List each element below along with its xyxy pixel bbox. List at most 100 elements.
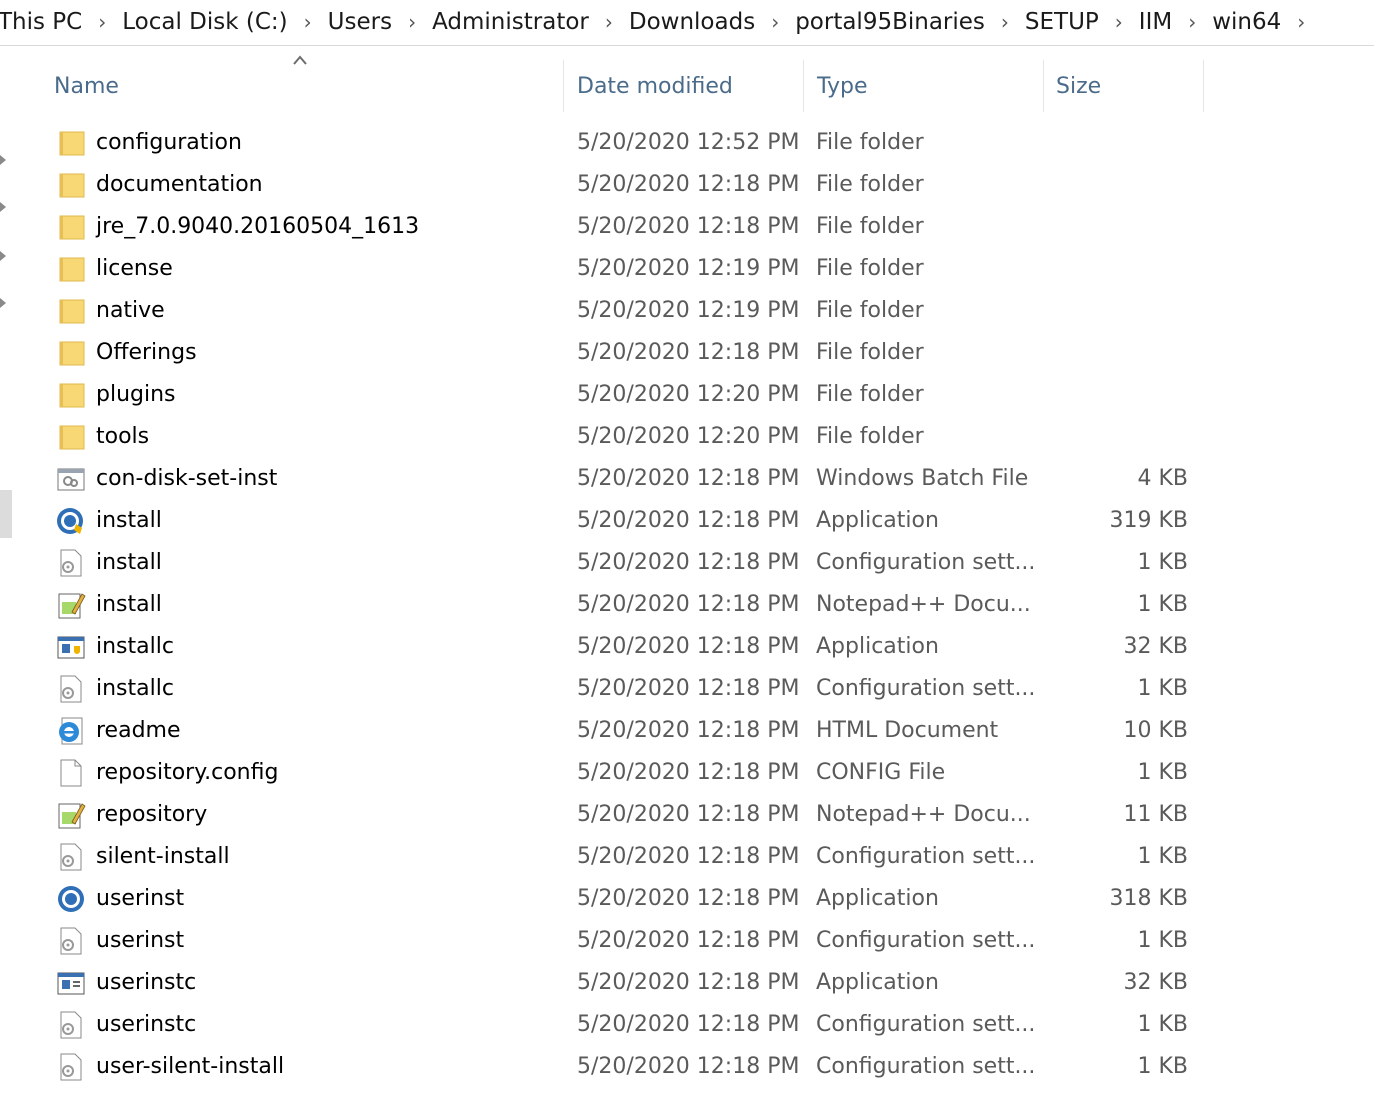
file-row[interactable]: configuration 5/20/2020 12:52 PM File fold… xyxy=(0,122,1374,164)
breadcrumb-item[interactable]: win64 xyxy=(1206,9,1287,35)
file-type: File folder xyxy=(816,214,924,239)
file-date-modified: 5/20/2020 12:18 PM xyxy=(577,844,800,869)
column-divider[interactable] xyxy=(803,60,804,112)
file-name: install xyxy=(96,508,162,533)
column-header-type[interactable]: Type xyxy=(817,60,1042,112)
column-header-size[interactable]: Size xyxy=(1056,60,1202,112)
breadcrumb-item[interactable]: Downloads xyxy=(623,9,761,35)
column-header-name[interactable]: Name xyxy=(54,60,562,112)
file-type: Configuration sett... xyxy=(816,844,1036,869)
column-header-type-label: Type xyxy=(817,73,868,99)
config-settings-icon xyxy=(56,548,86,578)
address-bar[interactable]: This PC › Local Disk (C:) › Users › Administra… xyxy=(0,0,1374,46)
notepad-document-icon xyxy=(56,800,86,830)
breadcrumb-item[interactable]: Users xyxy=(322,9,398,35)
file-type: CONFIG File xyxy=(816,760,946,785)
file-row[interactable]: silent-install 5/20/2020 12:18 PM Configur… xyxy=(0,836,1374,878)
file-date-modified: 5/20/2020 12:18 PM xyxy=(577,214,800,239)
file-row[interactable]: repository.config 5/20/2020 12:18 PM CONFI… xyxy=(0,752,1374,794)
file-size: 1 KB xyxy=(1137,592,1188,617)
file-date-modified: 5/20/2020 12:18 PM xyxy=(577,466,800,491)
chevron-right-icon[interactable]: › xyxy=(1178,10,1206,34)
file-size: 4 KB xyxy=(1137,466,1188,491)
file-type: Application xyxy=(816,970,939,995)
file-type: Application xyxy=(816,634,939,659)
file-type: Configuration sett... xyxy=(816,1054,1036,1079)
file-name: userinst xyxy=(96,886,185,911)
breadcrumb-item[interactable]: Administrator xyxy=(426,9,595,35)
file-row[interactable]: install 5/20/2020 12:18 PM Configuration s… xyxy=(0,542,1374,584)
file-type: HTML Document xyxy=(816,718,999,743)
file-row[interactable]: userinstc 5/20/2020 12:18 PM Application 32… xyxy=(0,962,1374,1004)
chevron-right-icon[interactable]: › xyxy=(88,10,116,34)
file-row[interactable]: readme 5/20/2020 12:18 PM HTML Document 10 … xyxy=(0,710,1374,752)
file-date-modified: 5/20/2020 12:18 PM xyxy=(577,802,800,827)
file-size: 1 KB xyxy=(1137,1054,1188,1079)
chevron-right-icon[interactable]: › xyxy=(595,10,623,34)
column-divider[interactable] xyxy=(563,60,564,112)
breadcrumb-item[interactable]: SETUP xyxy=(1019,9,1105,35)
console-app-shield-icon xyxy=(56,632,86,662)
html-document-icon xyxy=(56,716,86,746)
breadcrumb-item[interactable]: Local Disk (C:) xyxy=(116,9,293,35)
column-divider[interactable] xyxy=(1043,60,1044,112)
file-row[interactable]: userinst 5/20/2020 12:18 PM Configuration … xyxy=(0,920,1374,962)
file-size: 319 KB xyxy=(1109,508,1188,533)
chevron-right-icon[interactable]: › xyxy=(294,10,322,34)
file-row[interactable]: install 5/20/2020 12:18 PM Application 319 … xyxy=(0,500,1374,542)
file-row[interactable]: repository 5/20/2020 12:18 PM Notepad++ Do… xyxy=(0,794,1374,836)
file-size: 1 KB xyxy=(1137,760,1188,785)
file-date-modified: 5/20/2020 12:18 PM xyxy=(577,970,800,995)
chevron-right-icon[interactable]: › xyxy=(991,10,1019,34)
folder-icon xyxy=(56,380,86,410)
file-date-modified: 5/20/2020 12:18 PM xyxy=(577,676,800,701)
file-row[interactable]: native 5/20/2020 12:19 PM File folder xyxy=(0,290,1374,332)
breadcrumb-item[interactable]: IIM xyxy=(1133,9,1178,35)
breadcrumb-item[interactable]: This PC xyxy=(0,9,88,35)
file-size: 318 KB xyxy=(1109,886,1188,911)
chevron-right-icon[interactable]: › xyxy=(761,10,789,34)
config-settings-icon xyxy=(56,1010,86,1040)
file-date-modified: 5/20/2020 12:18 PM xyxy=(577,1054,800,1079)
breadcrumb-item[interactable]: portal95Binaries xyxy=(789,9,991,35)
file-name: silent-install xyxy=(96,844,230,869)
column-header-date[interactable]: Date modified xyxy=(577,60,802,112)
file-name: documentation xyxy=(96,172,263,197)
column-header-name-label: Name xyxy=(54,73,119,99)
file-date-modified: 5/20/2020 12:18 PM xyxy=(577,172,800,197)
column-divider[interactable] xyxy=(1203,60,1204,112)
file-row[interactable]: con-disk-set-inst 5/20/2020 12:18 PM Windo… xyxy=(0,458,1374,500)
file-name: plugins xyxy=(96,382,176,407)
column-header-size-label: Size xyxy=(1056,73,1102,99)
file-row[interactable]: plugins 5/20/2020 12:20 PM File folder xyxy=(0,374,1374,416)
file-row[interactable]: license 5/20/2020 12:19 PM File folder xyxy=(0,248,1374,290)
column-header-row: Name Date modified Type Size xyxy=(0,60,1374,112)
file-row[interactable]: installc 5/20/2020 12:18 PM Application 32 … xyxy=(0,626,1374,668)
file-row[interactable]: Offerings 5/20/2020 12:18 PM File folder xyxy=(0,332,1374,374)
file-row[interactable]: jre_7.0.9040.20160504_1613 5/20/2020 12:1… xyxy=(0,206,1374,248)
file-row[interactable]: installc 5/20/2020 12:18 PM Configuration … xyxy=(0,668,1374,710)
column-header-date-label: Date modified xyxy=(577,73,733,99)
file-row[interactable]: install 5/20/2020 12:18 PM Notepad++ Docu.… xyxy=(0,584,1374,626)
file-size: 10 KB xyxy=(1123,718,1188,743)
file-type: Notepad++ Docu... xyxy=(816,802,1031,827)
file-row[interactable]: userinst 5/20/2020 12:18 PM Application 318… xyxy=(0,878,1374,920)
chevron-right-icon[interactable]: › xyxy=(1287,10,1315,34)
file-row[interactable]: user-silent-install 5/20/2020 12:18 PM Con… xyxy=(0,1046,1374,1088)
file-list: configuration 5/20/2020 12:52 PM File fold… xyxy=(0,122,1374,1088)
file-name: installc xyxy=(96,634,174,659)
chevron-right-icon[interactable]: › xyxy=(1105,10,1133,34)
file-date-modified: 5/20/2020 12:20 PM xyxy=(577,382,800,407)
file-date-modified: 5/20/2020 12:18 PM xyxy=(577,928,800,953)
file-row[interactable]: userinstc 5/20/2020 12:18 PM Configuration… xyxy=(0,1004,1374,1046)
file-date-modified: 5/20/2020 12:18 PM xyxy=(577,508,800,533)
file-row[interactable]: documentation 5/20/2020 12:18 PM File fold… xyxy=(0,164,1374,206)
config-settings-icon xyxy=(56,926,86,956)
file-row[interactable]: tools 5/20/2020 12:20 PM File folder xyxy=(0,416,1374,458)
file-type: Configuration sett... xyxy=(816,1012,1036,1037)
folder-icon xyxy=(56,422,86,452)
file-date-modified: 5/20/2020 12:18 PM xyxy=(577,340,800,365)
file-size: 1 KB xyxy=(1137,1012,1188,1037)
file-name: install xyxy=(96,592,162,617)
chevron-right-icon[interactable]: › xyxy=(398,10,426,34)
